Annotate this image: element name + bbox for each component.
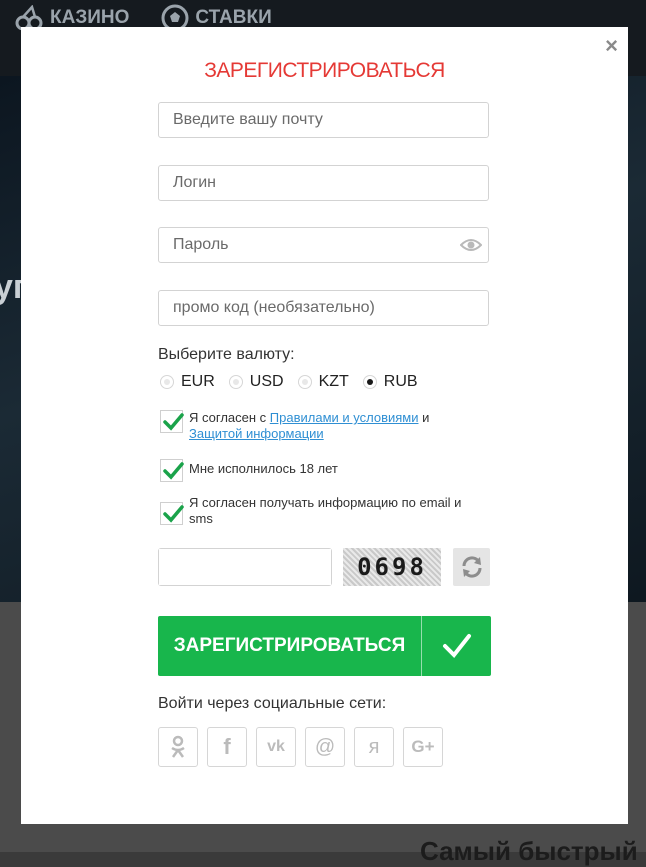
social-login-label: Войти через социальные сети: bbox=[158, 695, 387, 712]
promo-field-wrapper bbox=[158, 290, 489, 326]
checkmark-icon bbox=[163, 462, 184, 480]
close-button[interactable]: × bbox=[605, 33, 618, 59]
checkmark-icon bbox=[163, 413, 184, 431]
age-row: Мне исполнилось 18 лет bbox=[160, 459, 484, 482]
terms-prefix: Я согласен с bbox=[189, 410, 270, 425]
currency-radio-group: EUR USD KZT RUB bbox=[160, 373, 418, 391]
facebook-button[interactable]: f bbox=[207, 727, 247, 767]
refresh-icon bbox=[461, 556, 482, 578]
modal-title: ЗАРЕГИСТРИРОВАТЬСЯ bbox=[204, 59, 445, 82]
mail-icon: @ bbox=[314, 735, 336, 758]
currency-eur[interactable]: EUR bbox=[160, 373, 215, 391]
terms-checkbox[interactable] bbox=[160, 410, 184, 433]
radio-usd[interactable] bbox=[228, 375, 243, 389]
social-login-buttons: f vk @ я G+ bbox=[158, 727, 443, 767]
currency-usd[interactable]: USD bbox=[228, 373, 284, 391]
radio-eur[interactable] bbox=[160, 375, 174, 389]
privacy-link[interactable]: Защитой информации bbox=[189, 426, 324, 441]
age-label: Мне исполнилось 18 лет bbox=[189, 461, 338, 476]
email-field[interactable] bbox=[159, 103, 488, 137]
captcha-input-wrapper bbox=[158, 548, 332, 586]
login-field-wrapper bbox=[158, 165, 489, 201]
radio-kzt[interactable] bbox=[297, 375, 312, 389]
facebook-icon: f bbox=[223, 734, 231, 759]
rules-link[interactable]: Правилами и условиями bbox=[270, 410, 419, 425]
checkmark-icon bbox=[442, 634, 471, 659]
currency-rub[interactable]: RUB bbox=[362, 373, 418, 391]
promo-code-field[interactable] bbox=[159, 291, 488, 325]
google-plus-button[interactable]: G+ bbox=[403, 727, 443, 767]
password-field[interactable] bbox=[159, 228, 488, 262]
vkontakte-button[interactable]: vk bbox=[256, 727, 296, 767]
terms-text: Я согласен с Правилами и условиями и Защ… bbox=[189, 410, 484, 442]
captcha-input[interactable] bbox=[159, 549, 331, 585]
google-plus-icon: G+ bbox=[411, 737, 435, 756]
nav-casino-label: КАЗИНО bbox=[50, 7, 130, 28]
registration-modal: × ЗАРЕГИСТРИРОВАТЬСЯ Выберите валюту: EU… bbox=[21, 27, 628, 824]
register-button-label: ЗАРЕГИСТРИРОВАТЬСЯ bbox=[173, 635, 406, 656]
password-field-wrapper bbox=[158, 227, 489, 263]
vkontakte-icon: vk bbox=[267, 738, 285, 755]
currency-usd-label: USD bbox=[249, 373, 284, 390]
nav-bets-label: СТАВКИ bbox=[195, 7, 272, 28]
terms-and: и bbox=[418, 410, 430, 425]
odnoklassniki-icon bbox=[171, 735, 185, 758]
currency-rub-label: RUB bbox=[383, 373, 418, 390]
currency-eur-label: EUR bbox=[181, 373, 215, 390]
currency-kzt[interactable]: KZT bbox=[297, 373, 349, 391]
currency-label: Выберите валюту: bbox=[158, 346, 295, 363]
yandex-button[interactable]: я bbox=[354, 727, 394, 767]
currency-kzt-label: KZT bbox=[318, 373, 349, 390]
login-field[interactable] bbox=[159, 166, 488, 200]
age-checkbox[interactable] bbox=[160, 459, 184, 482]
newsletter-row: Я согласен получать информацию по email … bbox=[160, 495, 484, 527]
checkmark-icon bbox=[163, 505, 184, 523]
register-button-check bbox=[422, 616, 491, 676]
captcha-refresh-button[interactable] bbox=[453, 548, 490, 586]
email-field-wrapper bbox=[158, 102, 489, 138]
odnoklassniki-button[interactable] bbox=[158, 727, 198, 767]
mail-button[interactable]: @ bbox=[305, 727, 345, 767]
eye-icon[interactable] bbox=[460, 237, 482, 253]
terms-row: Я согласен с Правилами и условиями и Защ… bbox=[160, 410, 484, 442]
captcha-image: 0698 bbox=[343, 548, 441, 586]
yandex-icon: я bbox=[368, 735, 380, 758]
newsletter-checkbox[interactable] bbox=[160, 502, 184, 525]
radio-rub[interactable] bbox=[362, 375, 377, 389]
register-button[interactable]: ЗАРЕГИСТРИРОВАТЬСЯ bbox=[158, 616, 491, 676]
newsletter-label: Я согласен получать информацию по email … bbox=[189, 495, 462, 526]
